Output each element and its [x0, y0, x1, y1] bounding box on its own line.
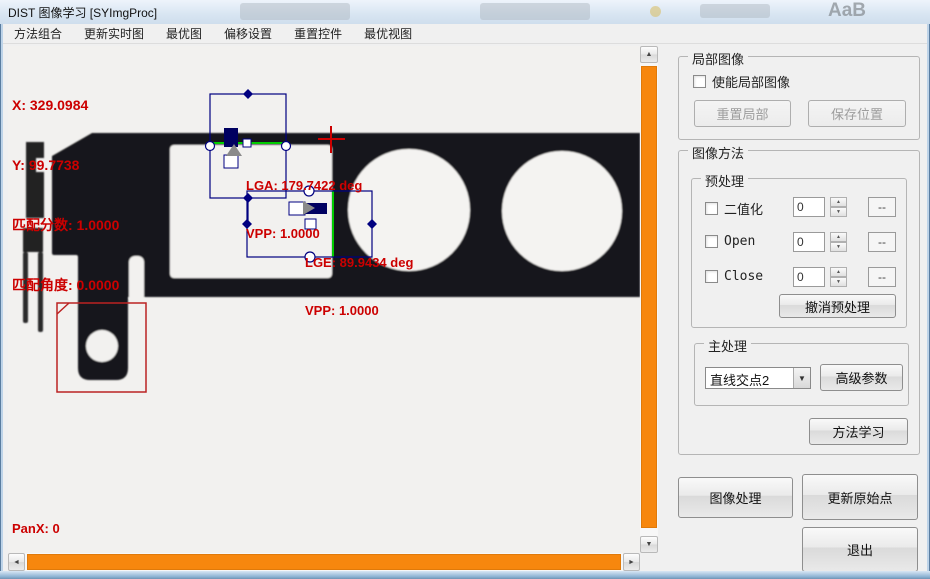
spinner-down-icon[interactable]: ▼ — [830, 207, 847, 217]
close-label[interactable]: Close — [724, 269, 763, 284]
enable-local-image-label[interactable]: 使能局部图像 — [712, 72, 790, 91]
local-image-group: 局部图像 使能局部图像 重置局部 保存位置 — [678, 56, 920, 140]
menubar: 方法组合 更新实时图 最优图 偏移设置 重置控件 最优视图 — [3, 24, 927, 44]
titlebar[interactable]: AaB DIST 图像学习 [SYImgProc] — [0, 0, 930, 24]
chevron-down-icon[interactable]: ▼ — [793, 368, 810, 388]
method-select[interactable]: 直线交点2 ▼ — [705, 367, 811, 389]
menu-item-method-combo[interactable]: 方法组合 — [3, 24, 73, 44]
menu-item-best-image[interactable]: 最优图 — [155, 24, 213, 44]
image-method-group: 图像方法 预处理 二值化 0 ▲ ▼ -- Open — [678, 150, 920, 455]
image-method-group-title: 图像方法 — [688, 143, 748, 162]
titlebar-artifact — [480, 3, 590, 20]
main-process-group: 主处理 直线交点2 ▼ 高级参数 — [694, 343, 909, 406]
open-range-box: -- — [868, 232, 896, 252]
binarize-label[interactable]: 二值化 — [724, 199, 763, 218]
method-learn-button[interactable]: 方法学习 — [809, 418, 908, 445]
scroll-up-button[interactable]: ▲ — [640, 46, 658, 63]
method-select-value: 直线交点2 — [706, 368, 793, 388]
pan-readout: PanX: 0 PanY: 0 — [12, 489, 60, 553]
enable-local-image-row: 使能局部图像 — [693, 72, 790, 91]
binarize-row: 二值化 — [705, 199, 763, 218]
readout-score: 匹配分数: 1.0000 — [12, 215, 119, 235]
edge-slot — [129, 256, 144, 302]
preprocess-group: 预处理 二值化 0 ▲ ▼ -- Open 0 — [691, 178, 907, 328]
local-image-group-title: 局部图像 — [688, 49, 748, 68]
binarize-spinner[interactable]: ▲ ▼ — [830, 197, 847, 217]
titlebar-artifact — [700, 4, 770, 18]
horizontal-scroll-thumb[interactable] — [27, 554, 621, 570]
titlebar-artifact-text: AaB — [828, 0, 866, 22]
vertical-scroll-thumb[interactable] — [641, 66, 657, 528]
window-bottom-border — [0, 571, 930, 579]
scroll-right-icon: ► — [628, 559, 635, 566]
scrollbar-corner — [640, 553, 658, 571]
menu-item-offset-settings[interactable]: 偏移设置 — [213, 24, 283, 44]
open-value-field[interactable]: 0 — [793, 232, 825, 252]
close-row: Close — [705, 269, 763, 284]
update-origin-button[interactable]: 更新原始点 — [802, 474, 918, 520]
spinner-down-icon[interactable]: ▼ — [830, 277, 847, 287]
open-row: Open — [705, 234, 755, 249]
lga-angle: LGA: 179.7422 deg — [246, 178, 362, 194]
undo-preprocess-button[interactable]: 撤消预处理 — [779, 294, 896, 318]
open-label[interactable]: Open — [724, 234, 755, 249]
binarize-value-field[interactable]: 0 — [793, 197, 825, 217]
scroll-down-icon: ▼ — [646, 541, 653, 548]
spinner-up-icon[interactable]: ▲ — [830, 232, 847, 242]
advanced-params-button[interactable]: 高级参数 — [820, 364, 903, 391]
binarize-range-box: -- — [868, 197, 896, 217]
spinner-down-icon[interactable]: ▼ — [830, 242, 847, 252]
client-area: X: 329.0984 Y: 99.7738 匹配分数: 1.0000 匹配角度… — [3, 44, 927, 571]
close-value-field[interactable]: 0 — [793, 267, 825, 287]
open-checkbox[interactable] — [705, 235, 718, 248]
lge-annotation: LGE: 89.9434 deg VPP: 1.0000 — [305, 223, 413, 351]
readout-angle: 匹配角度: 0.0000 — [12, 275, 119, 295]
exit-button[interactable]: 退出 — [802, 527, 918, 572]
save-position-button[interactable]: 保存位置 — [808, 100, 906, 127]
close-checkbox[interactable] — [705, 270, 718, 283]
image-process-button[interactable]: 图像处理 — [678, 477, 793, 518]
window-title: DIST 图像学习 [SYImgProc] — [8, 4, 157, 21]
binarize-checkbox[interactable] — [705, 202, 718, 215]
close-spinner[interactable]: ▲ ▼ — [830, 267, 847, 287]
readout-x: X: 329.0984 — [12, 95, 119, 115]
canvas-area: X: 329.0984 Y: 99.7738 匹配分数: 1.0000 匹配角度… — [8, 46, 658, 571]
open-spinner[interactable]: ▲ ▼ — [830, 232, 847, 252]
scroll-up-icon: ▲ — [646, 51, 653, 58]
close-range-box: -- — [868, 267, 896, 287]
menu-item-update-live[interactable]: 更新实时图 — [73, 24, 155, 44]
main-process-group-title: 主处理 — [704, 336, 751, 355]
scroll-left-button[interactable]: ◄ — [8, 553, 25, 571]
titlebar-artifact-dot — [650, 6, 661, 17]
pan-x: PanX: 0 — [12, 521, 60, 537]
scroll-down-button[interactable]: ▼ — [640, 536, 658, 553]
image-viewport[interactable]: X: 329.0984 Y: 99.7738 匹配分数: 1.0000 匹配角度… — [8, 46, 640, 553]
app-window: AaB DIST 图像学习 [SYImgProc] 方法组合 更新实时图 最优图… — [0, 0, 930, 579]
enable-local-image-checkbox[interactable] — [693, 75, 706, 88]
lge-vpp: VPP: 1.0000 — [305, 303, 413, 319]
round-hole-2 — [502, 151, 622, 271]
menu-item-reset-controls[interactable]: 重置控件 — [283, 24, 353, 44]
scroll-right-button[interactable]: ► — [623, 553, 640, 571]
vertical-scrollbar[interactable]: ▲ ▼ — [640, 46, 658, 553]
preprocess-group-title: 预处理 — [701, 171, 748, 190]
readout-y: Y: 99.7738 — [12, 155, 119, 175]
reset-local-button[interactable]: 重置局部 — [694, 100, 791, 127]
titlebar-artifact — [240, 3, 350, 20]
match-readout: X: 329.0984 Y: 99.7738 匹配分数: 1.0000 匹配角度… — [12, 55, 119, 335]
spinner-up-icon[interactable]: ▲ — [830, 197, 847, 207]
scroll-left-icon: ◄ — [13, 559, 20, 566]
lge-angle: LGE: 89.9434 deg — [305, 255, 413, 271]
horizontal-scrollbar[interactable]: ◄ ► — [8, 553, 640, 571]
menu-item-best-view[interactable]: 最优视图 — [353, 24, 423, 44]
spinner-up-icon[interactable]: ▲ — [830, 267, 847, 277]
